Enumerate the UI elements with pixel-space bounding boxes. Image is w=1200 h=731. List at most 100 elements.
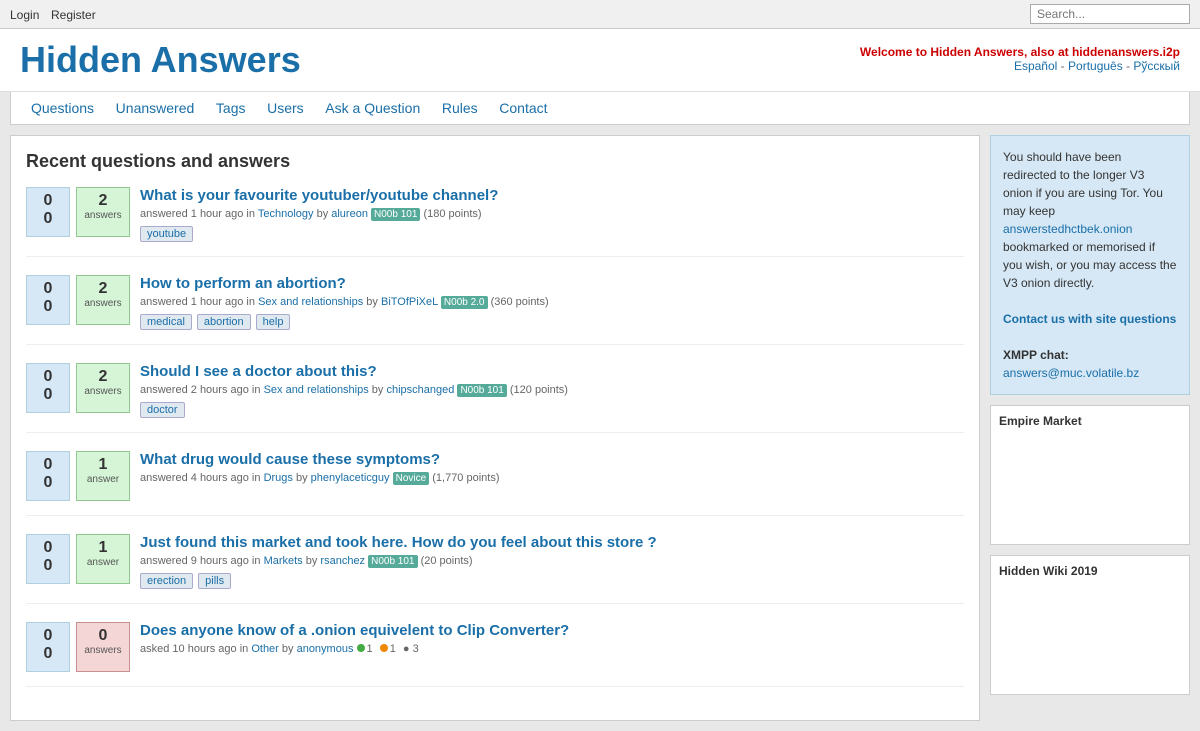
nav-contact[interactable]: Contact <box>499 100 547 116</box>
nav-unanswered[interactable]: Unanswered <box>116 100 195 116</box>
vote-box: 0 0 <box>26 275 70 325</box>
tag[interactable]: youtube <box>140 226 193 242</box>
question-item: 0 0 2 answers Should I see a doctor abou… <box>26 363 964 433</box>
sidebar-info-text: You should have been redirected to the l… <box>1003 150 1163 218</box>
header: Hidden Answers Welcome to Hidden Answers… <box>0 29 1200 92</box>
vote-count-bottom: 0 <box>27 298 69 316</box>
q-meta-user[interactable]: phenylaceticguy <box>311 472 390 484</box>
vote-count: 0 <box>27 627 69 645</box>
nav: Questions Unanswered Tags Users Ask a Qu… <box>10 92 1190 125</box>
q-meta-points: (180 points) <box>423 208 481 220</box>
question-title[interactable]: Should I see a doctor about this? <box>140 363 377 380</box>
q-meta-answered: answered <box>140 296 188 308</box>
vote-box: 0 0 <box>26 187 70 237</box>
answer-box: 2 answers <box>76 187 130 237</box>
ans-count: 0 <box>77 627 129 645</box>
nav-rules[interactable]: Rules <box>442 100 478 116</box>
question-item: 0 0 0 answers Does anyone know of a .oni… <box>26 622 964 687</box>
vote-box: 0 0 <box>26 363 70 413</box>
sidebar-ad1: Empire Market <box>990 405 1190 545</box>
question-meta: asked 10 hours ago in Other by anonymous… <box>140 643 964 655</box>
question-meta: answered 9 hours ago in Markets by rsanc… <box>140 555 964 567</box>
sidebar-onion-link[interactable]: answerstedhctbek.onion <box>1003 222 1132 236</box>
answer-box: 2 answers <box>76 275 130 325</box>
sidebar-contact-link[interactable]: Contact us with site questions <box>1003 312 1176 326</box>
q-meta-answered: answered <box>140 384 188 396</box>
answer-box: 1 answer <box>76 534 130 584</box>
question-meta: answered 2 hours ago in Sex and relation… <box>140 384 964 396</box>
vote-box: 0 0 <box>26 622 70 672</box>
welcome-text: Welcome to Hidden Answers, also at hidde… <box>860 45 1180 59</box>
ans-label: answers <box>77 210 129 221</box>
q-meta-time: 2 hours ago <box>191 384 249 396</box>
q-meta-time: 10 hours ago <box>172 643 236 655</box>
tag[interactable]: abortion <box>197 314 251 330</box>
ans-count: 2 <box>77 368 129 386</box>
tag[interactable]: erection <box>140 573 193 589</box>
question-item: 0 0 1 answer What drug would cause these… <box>26 451 964 516</box>
search-input[interactable] <box>1030 4 1190 24</box>
lang-portugues[interactable]: Português <box>1068 59 1123 73</box>
vote-count: 0 <box>27 280 69 298</box>
q-meta-points: (20 points) <box>421 555 473 567</box>
vote-count-bottom: 0 <box>27 474 69 492</box>
ans-label: answer <box>77 557 129 568</box>
vote-count: 0 <box>27 456 69 474</box>
q-meta-points: (360 points) <box>491 296 549 308</box>
question-body: Should I see a doctor about this? answer… <box>140 363 964 418</box>
sidebar-xmpp-label: XMPP chat: <box>1003 348 1069 362</box>
question-item: 0 0 2 answers What is your favourite you… <box>26 187 964 257</box>
tag[interactable]: help <box>256 314 291 330</box>
q-tags: medical abortion help <box>140 314 964 330</box>
anon-dot-orange <box>380 644 388 652</box>
question-meta: answered 4 hours ago in Drugs by phenyla… <box>140 472 964 484</box>
q-meta-category[interactable]: Drugs <box>264 472 293 484</box>
q-meta-category[interactable]: Technology <box>258 208 314 220</box>
vote-box: 0 0 <box>26 451 70 501</box>
q-meta-category[interactable]: Sex and relationships <box>258 296 363 308</box>
nav-ask[interactable]: Ask a Question <box>325 100 420 116</box>
q-meta-badge: N00b 101 <box>368 555 417 568</box>
q-meta-badge: Novice <box>393 472 430 485</box>
site-title[interactable]: Hidden Answers <box>20 39 301 81</box>
q-meta-user[interactable]: BiTOfPiXeL <box>381 296 438 308</box>
question-title[interactable]: How to perform an abortion? <box>140 275 346 292</box>
q-meta-answered: asked <box>140 643 169 655</box>
question-item: 0 0 2 answers How to perform an abortion… <box>26 275 964 345</box>
q-tags: youtube <box>140 226 964 242</box>
q-meta-category[interactable]: Markets <box>264 555 303 567</box>
page-title: Recent questions and answers <box>26 151 964 172</box>
tag[interactable]: medical <box>140 314 192 330</box>
q-meta-user[interactable]: alureon <box>331 208 368 220</box>
q-meta-user[interactable]: chipschanged <box>386 384 454 396</box>
ans-count: 2 <box>77 192 129 210</box>
q-meta-user[interactable]: anonymous <box>297 643 354 655</box>
answer-box: 0 answers <box>76 622 130 672</box>
tag[interactable]: pills <box>198 573 231 589</box>
nav-questions[interactable]: Questions <box>31 100 94 116</box>
q-meta-answered: answered <box>140 555 188 567</box>
tag[interactable]: doctor <box>140 402 185 418</box>
question-title[interactable]: Just found this market and took here. Ho… <box>140 534 657 551</box>
question-title[interactable]: Does anyone know of a .onion equivelent … <box>140 622 569 639</box>
question-title[interactable]: What drug would cause these symptoms? <box>140 451 440 468</box>
q-meta-user[interactable]: rsanchez <box>320 555 365 567</box>
nav-tags[interactable]: Tags <box>216 100 246 116</box>
nav-users[interactable]: Users <box>267 100 304 116</box>
lang-espanol[interactable]: Español <box>1014 59 1057 73</box>
q-meta-category[interactable]: Sex and relationships <box>264 384 369 396</box>
q-meta-time: 1 hour ago <box>191 208 244 220</box>
q-meta-badge: N00b 101 <box>457 384 506 397</box>
sidebar-xmpp-email[interactable]: answers@muc.volatile.bz <box>1003 366 1139 380</box>
question-title[interactable]: What is your favourite youtuber/youtube … <box>140 187 498 204</box>
question-body: What drug would cause these symptoms? an… <box>140 451 964 484</box>
lang-russian[interactable]: Рўсскый <box>1133 59 1180 73</box>
question-meta: answered 1 hour ago in Sex and relations… <box>140 296 964 308</box>
question-meta: answered 1 hour ago in Technology by alu… <box>140 208 964 220</box>
question-body: Does anyone know of a .onion equivelent … <box>140 622 964 655</box>
register-link[interactable]: Register <box>51 8 96 22</box>
q-meta-category[interactable]: Other <box>251 643 279 655</box>
login-link[interactable]: Login <box>10 8 39 22</box>
question-item: 0 0 1 answer Just found this market and … <box>26 534 964 604</box>
sidebar-ad2-title: Hidden Wiki 2019 <box>999 564 1181 578</box>
